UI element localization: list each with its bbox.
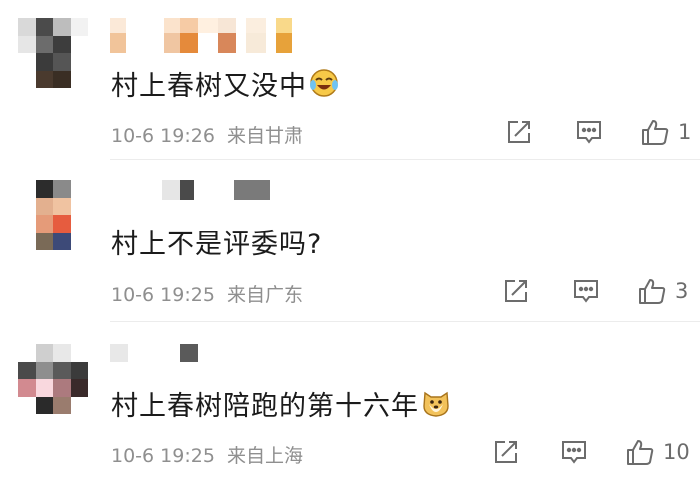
laughing-crying-emoji [309,68,339,105]
share-icon [508,121,530,143]
comment-item: 村上春树又没中 10-6 19:26 来自甘肃 1 [0,0,700,160]
comment-date: 10-6 [111,284,155,306]
username-row2 [110,33,292,53]
like-button[interactable]: 10 [625,437,690,467]
comment-meta: 10-6 19:25 来自上海 [111,441,303,468]
comment-text: 村上春树陪跑的第十六年 [111,384,451,425]
like-count: 10 [663,440,690,464]
like-button[interactable]: 3 [637,276,688,306]
comment-actions: 1 [470,117,700,147]
thumbs-up-icon [642,120,669,145]
comment-meta: 10-6 19:25 来自广东 [111,280,303,307]
avatar[interactable] [18,344,88,414]
thumbs-up-icon [639,279,666,304]
comment-location: 来自广东 [226,284,303,306]
share-icon [505,280,527,302]
share-button[interactable] [492,437,520,467]
comment-time: 19:26 [160,125,215,147]
comment-icon [562,441,586,464]
comment-text: 村上不是评委吗? [111,229,323,260]
comment-time: 19:25 [160,284,215,306]
comment-icon [574,280,598,303]
share-button[interactable] [505,117,533,147]
like-button[interactable]: 1 [640,117,691,147]
comment-location: 来自甘肃 [226,125,303,147]
avatar[interactable] [18,180,88,250]
thumbs-up-icon [627,440,654,465]
reply-button[interactable] [575,117,603,147]
avatar[interactable] [18,18,88,88]
comment-time: 19:25 [160,445,215,467]
comment-date: 10-6 [111,125,155,147]
username[interactable] [110,344,198,362]
comment-text: 村上春树又没中 [111,64,339,105]
comment-actions: 10 [470,437,700,467]
reply-button[interactable] [560,437,588,467]
share-button[interactable] [502,276,530,306]
comment-location: 来自上海 [226,445,303,467]
comment-icon [577,121,601,144]
doge-emoji [421,388,451,425]
comment-actions: 3 [470,276,700,306]
like-count: 3 [675,279,689,303]
share-icon [495,441,517,463]
comment-meta: 10-6 19:26 来自甘肃 [111,121,303,148]
comment-item: 村上不是评委吗? 10-6 19:25 来自广东 3 [0,160,700,320]
comment-item: 村上春树陪跑的第十六年 10-6 19:25 来自上海 10 [0,322,700,484]
reply-button[interactable] [572,276,600,306]
like-count: 1 [678,120,692,144]
username[interactable] [110,180,270,200]
comment-date: 10-6 [111,445,155,467]
